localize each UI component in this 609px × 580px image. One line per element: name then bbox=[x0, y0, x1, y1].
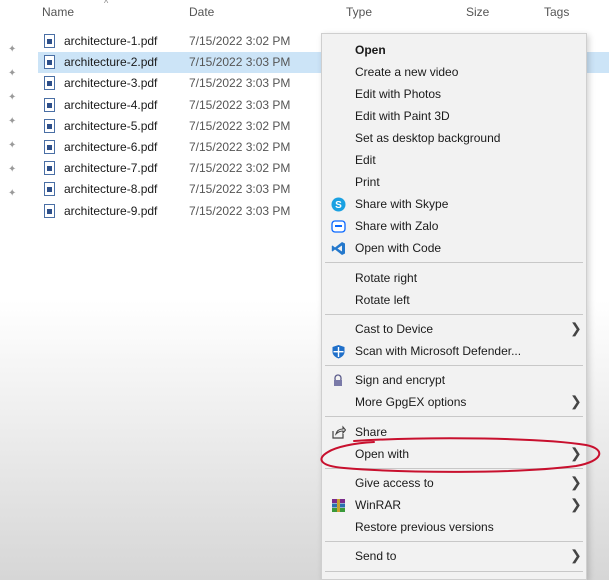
file-row[interactable]: architecture-3.pdf 7/15/2022 3:03 PM bbox=[38, 73, 338, 94]
menu-item-edit[interactable]: Edit bbox=[322, 149, 586, 171]
svg-text:S: S bbox=[335, 200, 342, 211]
menu-item-send-to[interactable]: Send to ❯ bbox=[322, 545, 586, 567]
menu-item-share-skype[interactable]: S Share with Skype bbox=[322, 193, 586, 215]
file-name: architecture-9.pdf bbox=[64, 204, 158, 218]
pin-icon: ✦ bbox=[8, 188, 17, 199]
pdf-file-icon bbox=[44, 161, 55, 175]
menu-item-set-background[interactable]: Set as desktop background bbox=[322, 127, 586, 149]
chevron-right-icon: ❯ bbox=[570, 547, 582, 563]
pin-icon: ✦ bbox=[8, 68, 17, 79]
pdf-file-icon bbox=[44, 55, 55, 69]
column-header-type[interactable]: Type bbox=[346, 5, 372, 19]
file-row[interactable]: architecture-1.pdf 7/15/2022 3:02 PM bbox=[38, 31, 338, 52]
file-date: 7/15/2022 3:02 PM bbox=[189, 119, 291, 133]
file-row[interactable]: architecture-9.pdf 7/15/2022 3:03 PM bbox=[38, 201, 338, 222]
column-header-tags[interactable]: Tags bbox=[544, 5, 569, 19]
chevron-right-icon: ❯ bbox=[570, 496, 582, 512]
menu-item-edit-photos[interactable]: Edit with Photos bbox=[322, 83, 586, 105]
file-name: architecture-7.pdf bbox=[64, 161, 158, 175]
menu-item-winrar[interactable]: WinRAR ❯ bbox=[322, 494, 586, 516]
menu-item-give-access[interactable]: Give access to ❯ bbox=[322, 472, 586, 494]
menu-item-more-gpgex[interactable]: More GpgEX options ❯ bbox=[322, 391, 586, 413]
menu-item-rotate-right[interactable]: Rotate right bbox=[322, 267, 586, 289]
menu-item-open[interactable]: Open bbox=[322, 39, 586, 61]
file-name: architecture-4.pdf bbox=[64, 98, 158, 112]
winrar-icon bbox=[332, 499, 345, 512]
pin-icon: ✦ bbox=[8, 92, 17, 103]
pdf-file-icon bbox=[44, 34, 55, 48]
menu-item-share-zalo[interactable]: Share with Zalo bbox=[322, 215, 586, 237]
menu-item-open-with[interactable]: Open with ❯ bbox=[322, 443, 586, 465]
file-date: 7/15/2022 3:02 PM bbox=[189, 161, 291, 175]
pin-icon: ✦ bbox=[8, 116, 17, 127]
file-name: architecture-8.pdf bbox=[64, 182, 158, 196]
menu-separator bbox=[325, 416, 583, 417]
pdf-file-icon bbox=[44, 140, 55, 154]
file-date: 7/15/2022 3:03 PM bbox=[189, 98, 291, 112]
skype-icon: S bbox=[331, 197, 346, 212]
file-name: architecture-5.pdf bbox=[64, 119, 158, 133]
menu-separator bbox=[325, 365, 583, 366]
sort-up-icon: ^ bbox=[104, 0, 109, 8]
file-row[interactable]: architecture-7.pdf 7/15/2022 3:02 PM bbox=[38, 158, 338, 179]
menu-separator bbox=[325, 468, 583, 469]
menu-separator bbox=[325, 571, 583, 572]
column-header-date[interactable]: Date bbox=[189, 5, 214, 19]
lock-key-icon bbox=[334, 374, 342, 386]
menu-item-rotate-left[interactable]: Rotate left bbox=[322, 289, 586, 311]
defender-shield-icon bbox=[332, 345, 345, 359]
file-date: 7/15/2022 3:03 PM bbox=[189, 55, 291, 69]
column-header-name[interactable]: Name bbox=[42, 5, 74, 19]
share-icon bbox=[332, 425, 346, 439]
menu-item-print[interactable]: Print bbox=[322, 171, 586, 193]
menu-separator bbox=[325, 314, 583, 315]
menu-item-share[interactable]: Share bbox=[322, 421, 586, 443]
file-date: 7/15/2022 3:03 PM bbox=[189, 76, 291, 90]
pdf-file-icon bbox=[44, 98, 55, 112]
file-name: architecture-6.pdf bbox=[64, 140, 158, 154]
file-date: 7/15/2022 3:02 PM bbox=[189, 140, 291, 154]
menu-separator bbox=[325, 262, 583, 263]
menu-item-create-video[interactable]: Create a new video bbox=[322, 61, 586, 83]
chevron-right-icon: ❯ bbox=[570, 445, 582, 461]
file-date: 7/15/2022 3:03 PM bbox=[189, 204, 291, 218]
pdf-file-icon bbox=[44, 182, 55, 196]
file-name: architecture-3.pdf bbox=[64, 76, 158, 90]
menu-item-restore-versions[interactable]: Restore previous versions bbox=[322, 516, 586, 538]
menu-item-sign-encrypt[interactable]: Sign and encrypt bbox=[322, 369, 586, 391]
chevron-right-icon: ❯ bbox=[570, 320, 582, 336]
file-row[interactable]: architecture-5.pdf 7/15/2022 3:02 PM bbox=[38, 116, 338, 137]
pdf-file-icon bbox=[44, 119, 55, 133]
menu-item-scan-defender[interactable]: Scan with Microsoft Defender... bbox=[322, 340, 586, 362]
menu-item-cast-device[interactable]: Cast to Device ❯ bbox=[322, 318, 586, 340]
pdf-file-icon bbox=[44, 204, 55, 218]
menu-item-open-code[interactable]: Open with Code bbox=[322, 237, 586, 259]
pdf-file-icon bbox=[44, 76, 55, 90]
file-name: architecture-1.pdf bbox=[64, 34, 158, 48]
menu-separator bbox=[325, 541, 583, 542]
file-date: 7/15/2022 3:02 PM bbox=[189, 34, 291, 48]
zalo-icon bbox=[331, 220, 346, 233]
file-name: architecture-2.pdf bbox=[64, 55, 158, 69]
column-header-bar: Name ^ Date Type Size Tags bbox=[0, 0, 609, 24]
context-menu: Open Create a new video Edit with Photos… bbox=[321, 33, 587, 580]
vscode-icon bbox=[331, 242, 345, 255]
pin-icon: ✦ bbox=[8, 164, 17, 175]
pin-icon: ✦ bbox=[8, 44, 17, 55]
file-row[interactable]: architecture-6.pdf 7/15/2022 3:02 PM bbox=[38, 137, 338, 158]
file-date: 7/15/2022 3:03 PM bbox=[189, 182, 291, 196]
file-row[interactable]: architecture-4.pdf 7/15/2022 3:03 PM bbox=[38, 95, 338, 116]
chevron-right-icon: ❯ bbox=[570, 393, 582, 409]
chevron-right-icon: ❯ bbox=[570, 474, 582, 490]
pin-icon: ✦ bbox=[8, 140, 17, 151]
menu-item-edit-paint3d[interactable]: Edit with Paint 3D bbox=[322, 105, 586, 127]
file-row[interactable]: architecture-8.pdf 7/15/2022 3:03 PM bbox=[38, 179, 338, 200]
column-header-size[interactable]: Size bbox=[466, 5, 489, 19]
